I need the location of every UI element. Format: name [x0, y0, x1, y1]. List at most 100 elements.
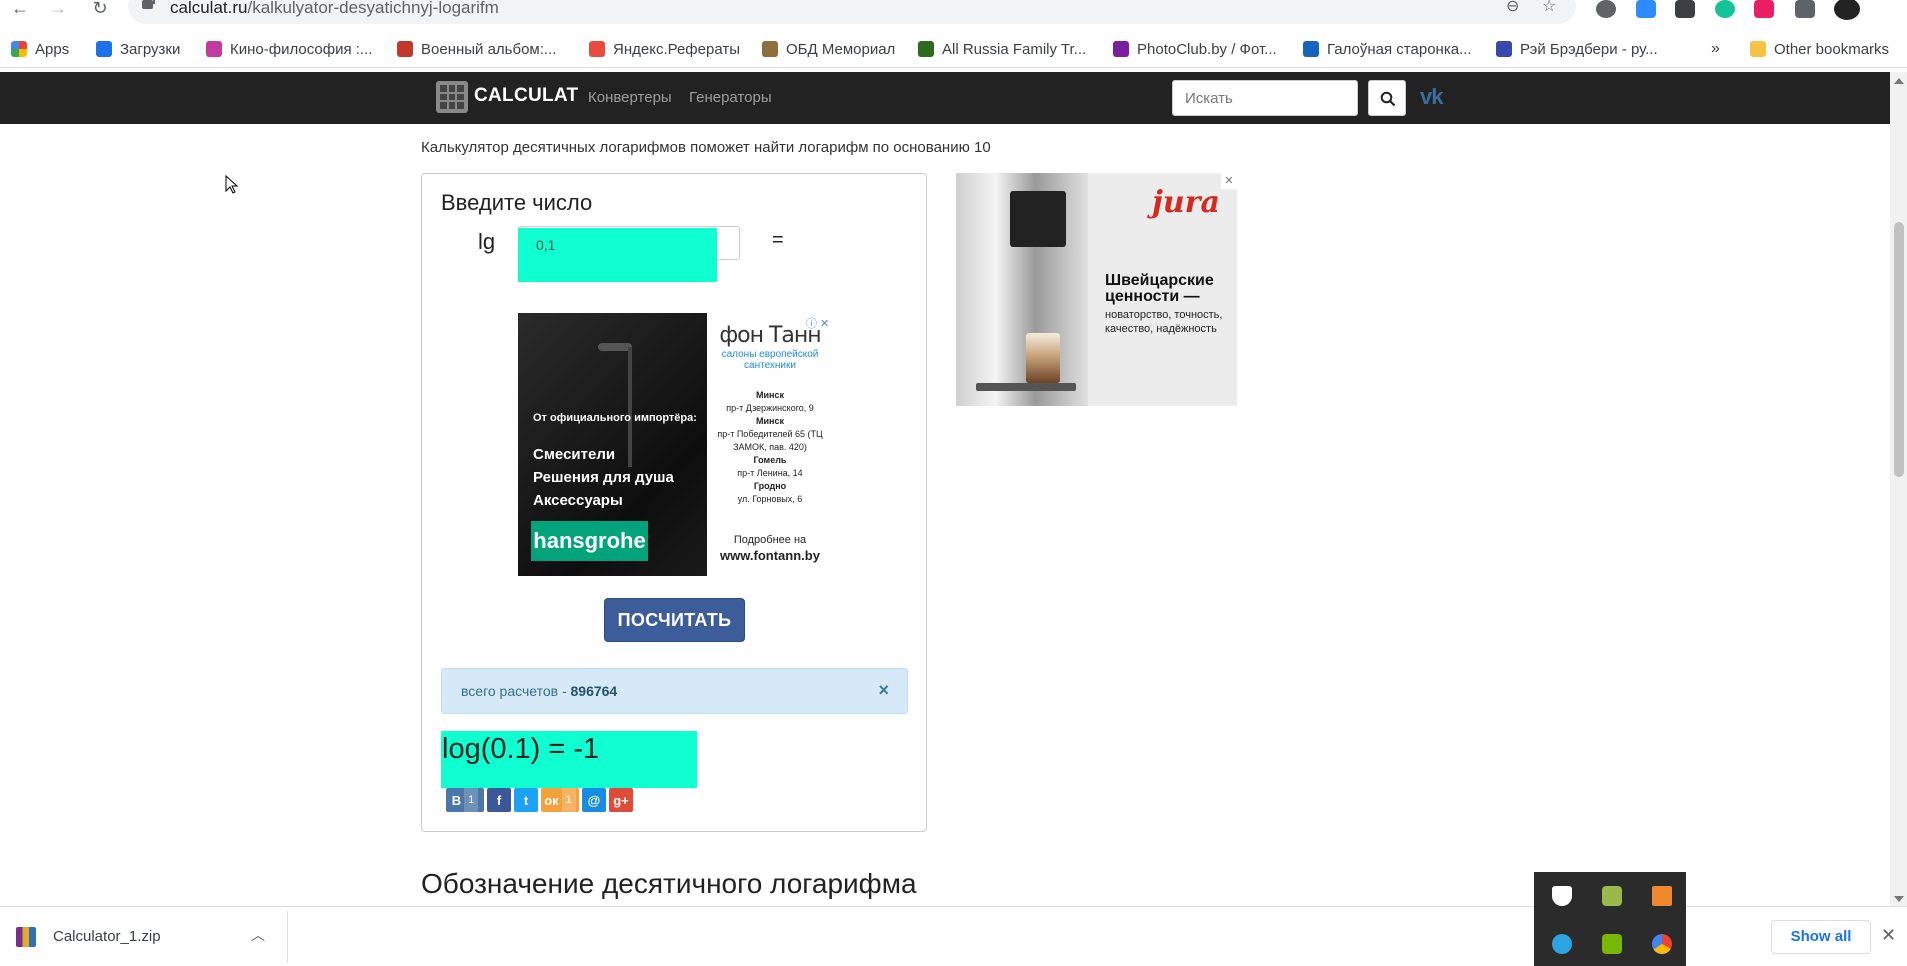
ad-item: Смесители [533, 446, 616, 463]
panel-heading: Введите число [441, 190, 593, 215]
bookmark-galounaya[interactable]: Галоўная старонка... [1303, 38, 1472, 60]
address-bar[interactable]: calculat.ru/kalkulyator-desyatichnyj-log… [128, 0, 1576, 24]
bookmark-yandex[interactable]: Яндекс.Рефераты [589, 38, 740, 60]
calculator-logo-icon[interactable] [436, 81, 468, 113]
ad-tagline: салоны европейской сантехники [721, 349, 819, 371]
divider [287, 911, 288, 963]
drip-tray-shape [976, 383, 1076, 391]
intro-text: Калькулятор десятичных логарифмов поможе… [421, 139, 991, 156]
coffee-machine-image [956, 173, 1088, 406]
close-icon[interactable]: × [878, 680, 889, 701]
url-domain: calculat.ru [170, 0, 248, 17]
folder-icon [1750, 41, 1766, 57]
zoom-icon[interactable]: ⊖ [1506, 0, 1519, 16]
extension-icon-5[interactable] [1754, 0, 1774, 18]
result-text: log(0.1) = -1 [441, 731, 697, 788]
zoom-extension-icon[interactable] [1636, 0, 1656, 18]
nav-converters[interactable]: Конвертеры [588, 89, 672, 106]
scroll-down-icon[interactable] [1894, 896, 1904, 902]
system-tray-popup [1534, 872, 1686, 966]
lg-label: lg [478, 229, 496, 254]
puzzle-icon[interactable] [1795, 0, 1815, 18]
extension-icon-1[interactable] [1596, 0, 1616, 18]
pc-icon [1113, 41, 1129, 57]
bookmarks-bar: Apps Загрузки Кино-философия :... Военны… [0, 30, 1907, 68]
vk-icon[interactable]: vk [1420, 84, 1444, 110]
bookmark-family-tree[interactable]: All Russia Family Tr... [918, 38, 1086, 60]
other-bookmarks[interactable]: Other bookmarks [1750, 38, 1889, 60]
counter-text: всего расчетов - 896764 [461, 683, 618, 699]
bookmark-photoclub[interactable]: PhotoClub.by / Фот... [1113, 38, 1277, 60]
googleplus-share-button[interactable]: g+ [609, 788, 633, 812]
bookmark-kino[interactable]: Кино-философия :... [206, 38, 372, 60]
show-all-button[interactable]: Show all [1771, 920, 1871, 954]
bookmark-apps[interactable]: Apps [11, 38, 69, 60]
close-ad-icon[interactable]: ✕ [1221, 173, 1237, 189]
bookmark-voenny[interactable]: Военный альбом:... [397, 38, 556, 60]
forward-arrow-icon[interactable]: → [44, 0, 72, 20]
equals-sign: = [772, 229, 784, 251]
download-filename[interactable]: Calculator_1.zip [53, 928, 161, 945]
chrome-icon[interactable] [1652, 934, 1672, 954]
search-button[interactable] [1368, 80, 1406, 116]
chevron-up-icon[interactable]: ︿ [251, 925, 265, 945]
close-download-bar-icon[interactable]: ✕ [1881, 925, 1896, 946]
bookmark-bradbury[interactable]: Рэй Брэдбери - ру... [1496, 38, 1658, 60]
shield-icon[interactable] [1552, 886, 1572, 906]
star-icon [206, 41, 222, 57]
tray-app-icon[interactable] [1602, 886, 1622, 906]
latte-cup-shape [1026, 333, 1060, 383]
browser-toolbar: ← → ↻ calculat.ru/kalkulyator-desyatichn… [0, 0, 1907, 27]
twitter-share-button[interactable]: t [514, 788, 538, 812]
site-header: CALCULAT Конвертеры Генераторы vk [0, 72, 1890, 124]
counter-alert: всего расчетов - 896764 × [441, 668, 908, 714]
site-logo-text[interactable]: CALCULAT [474, 85, 578, 107]
nvidia-icon[interactable] [1602, 934, 1622, 954]
lock-icon [142, 0, 155, 9]
profile-avatar[interactable] [1834, 0, 1860, 20]
bookmark-downloads[interactable]: Загрузки [96, 38, 180, 60]
mailru-share-button[interactable]: @ [582, 788, 606, 812]
ad-item: Аксессуары [533, 492, 623, 509]
facebook-share-button[interactable]: f [487, 788, 511, 812]
bookmark-memorial[interactable]: ОБД Мемориал [762, 38, 895, 60]
ad-shower-image: От официального импортёра: Смесители Реш… [518, 313, 707, 576]
download-bar: Calculator_1.zip ︿ [0, 906, 1534, 966]
se-extension-icon[interactable] [1675, 0, 1695, 18]
machine-screen-shape [1010, 191, 1066, 247]
reload-icon[interactable]: ↻ [86, 0, 114, 20]
odnoklassniki-share-button[interactable]: ок 1 [541, 788, 579, 812]
vk-share-button[interactable]: В1 [446, 788, 484, 812]
k-icon [1303, 41, 1319, 57]
section-title: Обозначение десятичного логарифма [421, 868, 917, 899]
ad-more-link: Подробнее на www.fontann.by [720, 534, 820, 563]
calculate-button[interactable]: ПОСЧИТАТЬ [604, 598, 745, 642]
ad-addresses: Минск пр-т Дзержинского, 9 Минск пр-т По… [717, 390, 823, 504]
calculator-panel: Введите число lg 0,1 = От официального и… [421, 173, 927, 832]
nav-generators[interactable]: Генераторы [689, 89, 772, 106]
back-arrow-icon[interactable]: ← [6, 0, 34, 20]
ad-item: Решения для душа [533, 469, 674, 486]
url-text[interactable]: calculat.ru/kalkulyator-desyatichnyj-log… [170, 0, 499, 18]
side-ad-subtext: новаторство, точность, качество, надёжно… [1105, 309, 1223, 335]
ad-choices-icon[interactable]: ⓘ ✕ [806, 315, 829, 331]
page-scrollbar[interactable] [1890, 72, 1907, 908]
zip-archive-icon [16, 927, 36, 947]
input-value-text: 0,1 [536, 237, 556, 253]
inline-advertisement[interactable]: От официального импортёра: Смесители Реш… [518, 313, 834, 576]
side-advertisement[interactable]: jura Швейцарские ценности — новаторство,… [956, 173, 1237, 406]
bookmark-star-icon[interactable]: ☆ [1542, 0, 1556, 16]
scroll-thumb[interactable] [1894, 222, 1904, 477]
scroll-up-icon[interactable] [1894, 78, 1904, 84]
hansgrohe-logo: hansgrohe [531, 521, 648, 561]
shower-head-shape [598, 343, 632, 351]
bookmarks-overflow[interactable]: » [1711, 38, 1720, 60]
vlc-icon[interactable] [1652, 886, 1672, 906]
ad-store-panel: фон Танн салоны европейской сантехники М… [707, 313, 834, 576]
site-search-input[interactable] [1172, 80, 1358, 116]
search-icon [1380, 91, 1396, 107]
telegram-icon[interactable] [1552, 934, 1572, 954]
download-bar-actions: Show all ✕ [1686, 906, 1907, 966]
a-icon [397, 41, 413, 57]
grammarly-icon[interactable] [1715, 0, 1735, 18]
